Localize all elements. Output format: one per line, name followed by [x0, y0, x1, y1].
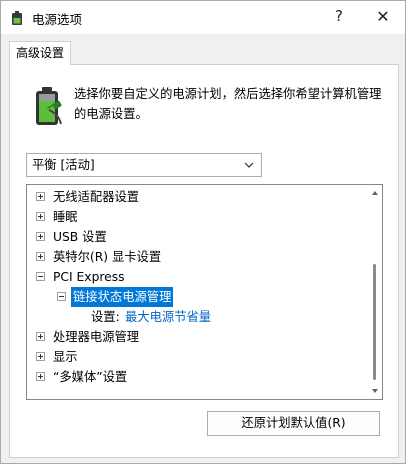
expand-plus-icon[interactable]	[36, 232, 45, 241]
expand-plus-icon[interactable]	[36, 372, 45, 381]
tree-item-wireless-adapter[interactable]: 无线适配器设置	[27, 187, 367, 207]
tree-item-processor-power[interactable]: 处理器电源管理	[27, 327, 367, 347]
title-bar: 电源选项 ? ✕	[1, 1, 405, 34]
tree-item-multimedia[interactable]: “多媒体”设置	[27, 367, 367, 387]
restore-defaults-button[interactable]: 还原计划默认值(R)	[207, 411, 380, 436]
expand-plus-icon[interactable]	[36, 212, 45, 221]
tree-item-display[interactable]: 显示	[27, 347, 367, 367]
tree-item-pci-express[interactable]: PCI Express	[27, 267, 367, 287]
settings-tree[interactable]: 无线适配器设置 睡眠 USB 设置 英特尔(R) 显卡设置 PCI Expres…	[26, 184, 383, 400]
selected-node-label: 链接状态电源管理	[71, 287, 174, 307]
tab-advanced-settings[interactable]: 高级设置	[9, 41, 71, 65]
chevron-down-icon	[244, 162, 254, 168]
scroll-down-arrow-icon[interactable]	[371, 387, 379, 395]
expand-plus-icon[interactable]	[36, 352, 45, 361]
tree-item-setting-value[interactable]: 设置: 最大电源节省量	[27, 307, 367, 327]
expand-plus-icon[interactable]	[36, 332, 45, 341]
tree-item-usb[interactable]: USB 设置	[27, 227, 367, 247]
tree-item-sleep[interactable]: 睡眠	[27, 207, 367, 227]
collapse-minus-icon[interactable]	[36, 272, 45, 281]
help-button[interactable]: ?	[317, 1, 361, 34]
close-button[interactable]: ✕	[361, 1, 405, 34]
power-plan-value: 平衡 [活动]	[32, 158, 95, 172]
battery-icon	[36, 87, 62, 125]
plan-description: 选择你要自定义的电源计划，然后选择你希望计算机管理的电源设置。	[74, 87, 382, 121]
tree-item-link-state-power[interactable]: 链接状态电源管理	[27, 287, 367, 307]
power-plan-dropdown[interactable]: 平衡 [活动]	[26, 153, 262, 177]
collapse-minus-icon[interactable]	[57, 292, 66, 301]
scroll-up-arrow-icon[interactable]	[371, 189, 379, 197]
scrollbar-thumb[interactable]	[373, 264, 376, 380]
power-options-window: 电源选项 ? ✕ 高级设置 选择你要自定义的电源计划，然后选择你希望计算机管理的…	[0, 0, 406, 464]
window-title: 电源选项	[32, 12, 83, 27]
expand-plus-icon[interactable]	[36, 252, 45, 261]
expand-plus-icon[interactable]	[36, 192, 45, 201]
battery-plug-icon	[12, 11, 22, 25]
setting-value-link[interactable]: 最大电源节省量	[125, 307, 211, 327]
tree-item-intel-graphics[interactable]: 英特尔(R) 显卡设置	[27, 247, 367, 267]
tree-scrollbar[interactable]	[368, 185, 382, 399]
